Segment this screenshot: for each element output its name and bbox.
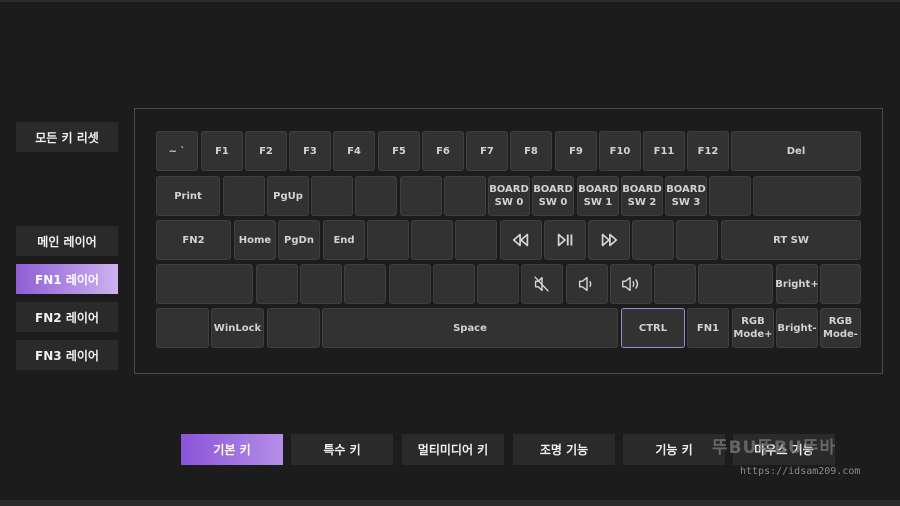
key-f1[interactable]: F1 xyxy=(201,131,243,171)
key-f4[interactable]: F4 xyxy=(333,131,375,171)
key-f6[interactable]: F6 xyxy=(422,131,464,171)
next-track-icon xyxy=(601,233,618,247)
key-f10[interactable]: F10 xyxy=(599,131,641,171)
key-blank[interactable] xyxy=(632,220,674,260)
key-board-sw2[interactable]: BOARD SW 2 xyxy=(621,176,663,216)
key-f7[interactable]: F7 xyxy=(466,131,508,171)
key-f5[interactable]: F5 xyxy=(378,131,420,171)
key-tilde[interactable]: ~ ` xyxy=(156,131,198,171)
key-blank[interactable] xyxy=(433,264,475,304)
key-bright-up[interactable]: Bright+ xyxy=(775,264,819,304)
key-blank[interactable] xyxy=(355,176,397,216)
layer-main-button[interactable]: 메인 레이어 xyxy=(16,226,118,256)
key-blank[interactable] xyxy=(444,176,486,216)
key-blank[interactable] xyxy=(389,264,431,304)
key-rgb-mode-up[interactable]: RGB Mode+ xyxy=(732,308,774,348)
key-blank[interactable] xyxy=(477,264,519,304)
key-del[interactable]: Del xyxy=(731,131,861,171)
key-prev-track[interactable] xyxy=(500,220,542,260)
key-space[interactable]: Space xyxy=(322,308,618,348)
watermark-url: https://idsam209.com xyxy=(740,466,861,477)
key-blank-wide[interactable] xyxy=(698,264,773,304)
mute-icon xyxy=(534,276,549,292)
key-f9[interactable]: F9 xyxy=(555,131,597,171)
top-divider xyxy=(0,0,900,2)
key-blank[interactable] xyxy=(455,220,497,260)
key-blank[interactable] xyxy=(300,264,342,304)
play-pause-icon xyxy=(557,233,573,247)
key-blank[interactable] xyxy=(156,308,209,348)
key-f8[interactable]: F8 xyxy=(510,131,552,171)
tab-multimedia-keys[interactable]: 멀티미디어 키 xyxy=(402,434,504,465)
key-f3[interactable]: F3 xyxy=(289,131,331,171)
tab-function-keys[interactable]: 기능 키 xyxy=(623,434,725,465)
key-rgb-mode-down[interactable]: RGB Mode- xyxy=(820,308,861,348)
key-blank-wide[interactable] xyxy=(753,176,861,216)
key-f2[interactable]: F2 xyxy=(245,131,287,171)
tab-special-keys[interactable]: 특수 키 xyxy=(291,434,393,465)
key-blank[interactable] xyxy=(267,308,320,348)
key-volume-down[interactable] xyxy=(566,264,608,304)
key-ctrl[interactable]: CTRL xyxy=(621,308,685,348)
key-blank[interactable] xyxy=(256,264,298,304)
key-blank[interactable] xyxy=(676,220,718,260)
key-blank[interactable] xyxy=(820,264,861,304)
key-mute[interactable] xyxy=(521,264,563,304)
key-home[interactable]: Home xyxy=(234,220,276,260)
key-blank-wide[interactable] xyxy=(156,264,253,304)
key-blank[interactable] xyxy=(654,264,696,304)
key-fn2[interactable]: FN2 xyxy=(156,220,231,260)
layer-fn2-button[interactable]: FN2 레이어 xyxy=(16,302,118,332)
prev-track-icon xyxy=(512,233,529,247)
watermark-title: 뚜BU뚜BU뚜바 xyxy=(712,438,837,458)
key-play-pause[interactable] xyxy=(544,220,586,260)
bottom-divider xyxy=(0,500,900,506)
key-next-track[interactable] xyxy=(588,220,630,260)
key-print[interactable]: Print xyxy=(156,176,220,216)
key-f12[interactable]: F12 xyxy=(687,131,729,171)
volume-down-icon xyxy=(578,276,592,292)
key-blank[interactable] xyxy=(367,220,409,260)
key-pgdn[interactable]: PgDn xyxy=(278,220,320,260)
key-volume-up[interactable] xyxy=(610,264,652,304)
key-blank[interactable] xyxy=(400,176,442,216)
key-end[interactable]: End xyxy=(323,220,365,260)
key-blank[interactable] xyxy=(223,176,265,216)
key-bright-down[interactable]: Bright- xyxy=(776,308,818,348)
key-board-sw1[interactable]: BOARD SW 1 xyxy=(577,176,619,216)
key-blank[interactable] xyxy=(709,176,751,216)
key-blank[interactable] xyxy=(311,176,353,216)
key-blank[interactable]: BOARD SW 0 xyxy=(488,176,530,216)
key-fn1[interactable]: FN1 xyxy=(687,308,729,348)
layer-fn3-button[interactable]: FN3 레이어 xyxy=(16,340,118,370)
tab-lighting[interactable]: 조명 기능 xyxy=(513,434,615,465)
layer-fn1-button[interactable]: FN1 레이어 xyxy=(16,264,118,294)
reset-all-keys-button[interactable]: 모든 키 리셋 xyxy=(16,122,118,152)
key-blank[interactable] xyxy=(411,220,453,260)
key-pgup[interactable]: PgUp xyxy=(267,176,309,216)
key-f11[interactable]: F11 xyxy=(643,131,685,171)
key-board-sw0[interactable]: BOARD SW 0 xyxy=(532,176,574,216)
key-blank[interactable] xyxy=(344,264,386,304)
volume-up-icon xyxy=(622,276,639,292)
tab-basic-keys[interactable]: 기본 키 xyxy=(181,434,283,465)
key-board-sw3[interactable]: BOARD SW 3 xyxy=(665,176,707,216)
key-winlock[interactable]: WinLock xyxy=(211,308,264,348)
key-rt-sw[interactable]: RT SW xyxy=(721,220,861,260)
